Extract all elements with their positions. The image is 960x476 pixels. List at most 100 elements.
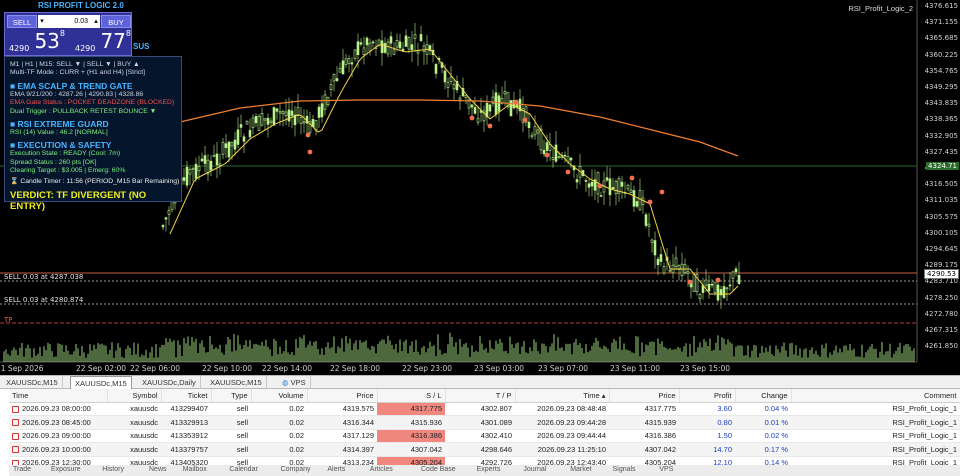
sell-button[interactable]: SELL bbox=[7, 15, 37, 28]
candle-body bbox=[164, 217, 168, 220]
col-header-close-time-label: Time bbox=[583, 390, 600, 400]
col-header-time[interactable]: Time bbox=[9, 389, 108, 403]
col-header-close-price[interactable]: Price bbox=[609, 389, 680, 403]
toolbox-tab[interactable]: Code Base bbox=[421, 466, 456, 473]
candle-body bbox=[386, 41, 390, 55]
toolbox-tab[interactable]: Journal bbox=[523, 466, 546, 473]
indicator-label: RSI_Profit_Logic_2 bbox=[848, 4, 913, 13]
price-axis-tick: 4332.905 bbox=[924, 131, 958, 140]
chart-tab-4[interactable]: XAUUSDc,M15 bbox=[206, 376, 267, 389]
spread-status-line: Spread Status : 260 pts [OK] bbox=[10, 158, 97, 166]
chart-tab-2-active[interactable]: XAUUSDc,M15 bbox=[70, 376, 132, 389]
candle-body bbox=[635, 201, 639, 207]
candle-body bbox=[182, 177, 186, 181]
candle-body bbox=[341, 60, 345, 75]
candle-body bbox=[620, 181, 624, 187]
col-header-profit[interactable]: Profit bbox=[679, 389, 736, 403]
sell-signal-arrow-icon bbox=[629, 175, 635, 181]
execution-state-line: Execution State : READY (Cool: 7m) bbox=[10, 150, 121, 158]
table-row[interactable]: 2026.09.23 10:00:00 xauusdc 413379757 sell 0… bbox=[9, 442, 960, 457]
toolbox-tab[interactable]: Calendar bbox=[229, 466, 257, 473]
candle-body bbox=[335, 78, 339, 81]
candle-body bbox=[188, 168, 192, 175]
candle-body bbox=[692, 273, 696, 292]
toolbox-tab[interactable]: Alerts bbox=[327, 466, 345, 473]
candle-body bbox=[734, 268, 738, 273]
table-cell: 4315.936 bbox=[377, 415, 445, 430]
toolbox-tab[interactable]: Company bbox=[281, 466, 311, 473]
candle-body bbox=[629, 189, 633, 194]
candle-body bbox=[329, 84, 333, 90]
table-cell: 2026.09.23 10:00:00 bbox=[9, 442, 107, 457]
lot-size-input[interactable]: ▾ 0.03 ▴ bbox=[38, 15, 100, 28]
chart-tab-vps[interactable]: ◍ VPS bbox=[278, 376, 311, 389]
candle-body bbox=[248, 130, 252, 138]
toolbox-tab[interactable]: Exposure bbox=[51, 466, 81, 473]
sell-order-line-1-label[interactable]: SELL 0.03 at 4287.038 bbox=[4, 273, 83, 281]
table-row[interactable]: 2026.09.23 08:00:00 xauusdc 413299407 sell 0… bbox=[9, 402, 960, 416]
col-header-symbol[interactable]: Symbol bbox=[107, 389, 162, 403]
chart-tab-1[interactable]: XAUUSDc,M15 bbox=[2, 376, 63, 389]
col-header-change[interactable]: Change bbox=[735, 389, 792, 403]
candle-body bbox=[608, 178, 612, 196]
candle-body bbox=[200, 158, 204, 162]
toolbox-tab[interactable]: VPS bbox=[659, 466, 673, 473]
candle-body bbox=[419, 34, 423, 42]
toolbox-tab[interactable]: News bbox=[149, 466, 167, 473]
candle-body bbox=[551, 157, 555, 160]
price-axis-tick: 4272.780 bbox=[924, 309, 958, 318]
candle-body bbox=[332, 74, 336, 82]
table-row[interactable]: 2026.09.23 09:00:00 xauusdc 413353912 sell 0… bbox=[9, 429, 960, 443]
candle-body bbox=[533, 126, 537, 136]
candle-body bbox=[215, 153, 219, 166]
lot-decrease-icon[interactable]: ▾ bbox=[38, 15, 46, 28]
candle-body bbox=[239, 124, 243, 128]
toolbox-tab[interactable]: Market bbox=[570, 466, 591, 473]
candle-body bbox=[527, 121, 531, 128]
candle-body bbox=[611, 187, 615, 190]
price-axis-tick: 4371.155 bbox=[924, 18, 958, 27]
table-row[interactable]: 2026.09.23 08:45:00 xauusdc 413329913 sell 0… bbox=[9, 415, 960, 430]
buy-button[interactable]: BUY bbox=[101, 15, 131, 28]
toolbox-tab[interactable]: Mailbox bbox=[183, 466, 207, 473]
price-axis-tick: 4267.315 bbox=[924, 326, 958, 334]
price-axis-tick: 4289.175 bbox=[924, 261, 958, 270]
toolbox-tab[interactable]: Signals bbox=[613, 466, 636, 473]
deal-time-text: 2026.09.23 08:45:00 bbox=[22, 417, 91, 427]
col-header-type[interactable]: Type bbox=[211, 389, 252, 403]
col-header-sl[interactable]: S / L bbox=[377, 389, 446, 403]
col-header-comment[interactable]: Comment bbox=[791, 389, 960, 403]
col-header-close-time[interactable]: Time ▴ bbox=[515, 389, 610, 403]
candle-body bbox=[614, 180, 618, 195]
bid-price[interactable]: 4290 538 bbox=[9, 29, 65, 53]
lot-increase-icon[interactable]: ▴ bbox=[92, 15, 100, 28]
sell-order-line-2-label[interactable]: SELL 0.03 at 4280.874 bbox=[4, 296, 83, 304]
chart-tab-3[interactable]: XAUUSDc,Daily bbox=[138, 376, 201, 389]
table-cell: 0.02 % bbox=[735, 429, 791, 443]
candle-body bbox=[398, 41, 402, 49]
candle-body bbox=[554, 144, 558, 162]
time-axis-tick: 21 Sep 2026 bbox=[0, 364, 44, 373]
table-cell: 4316.386 bbox=[377, 429, 445, 443]
table-cell: sell bbox=[211, 402, 251, 416]
toolbox-tab[interactable]: Articles bbox=[370, 466, 393, 473]
toolbox-tab[interactable]: Experts bbox=[477, 466, 501, 473]
candle-body bbox=[530, 134, 534, 138]
sell-signal-arrow-icon bbox=[565, 169, 571, 175]
col-header-tp[interactable]: T / P bbox=[445, 389, 516, 403]
col-header-price[interactable]: Price bbox=[307, 389, 378, 403]
candle-body bbox=[347, 58, 351, 64]
toolbox-tab[interactable]: Trade bbox=[13, 466, 31, 473]
table-cell: xauusdc bbox=[107, 442, 161, 457]
dual-trigger-line: Dual Trigger : PULLBACK RETEST BOUNCE ▼ bbox=[10, 107, 157, 115]
price-chart[interactable]: RSI_Profit_Logic_2 4376.615 4371.155 4365.… bbox=[0, 0, 960, 375]
candle-body bbox=[590, 181, 594, 187]
table-cell: 0.02 bbox=[251, 415, 307, 430]
col-header-ticket[interactable]: Ticket bbox=[161, 389, 212, 403]
lot-size-value: 0.03 bbox=[74, 18, 88, 25]
candle-body bbox=[713, 281, 717, 293]
ask-price[interactable]: 4290 778 bbox=[75, 29, 131, 53]
toolbox-tab[interactable]: History bbox=[102, 466, 124, 473]
col-header-volume[interactable]: Volume bbox=[251, 389, 308, 403]
candle-body bbox=[299, 117, 303, 124]
